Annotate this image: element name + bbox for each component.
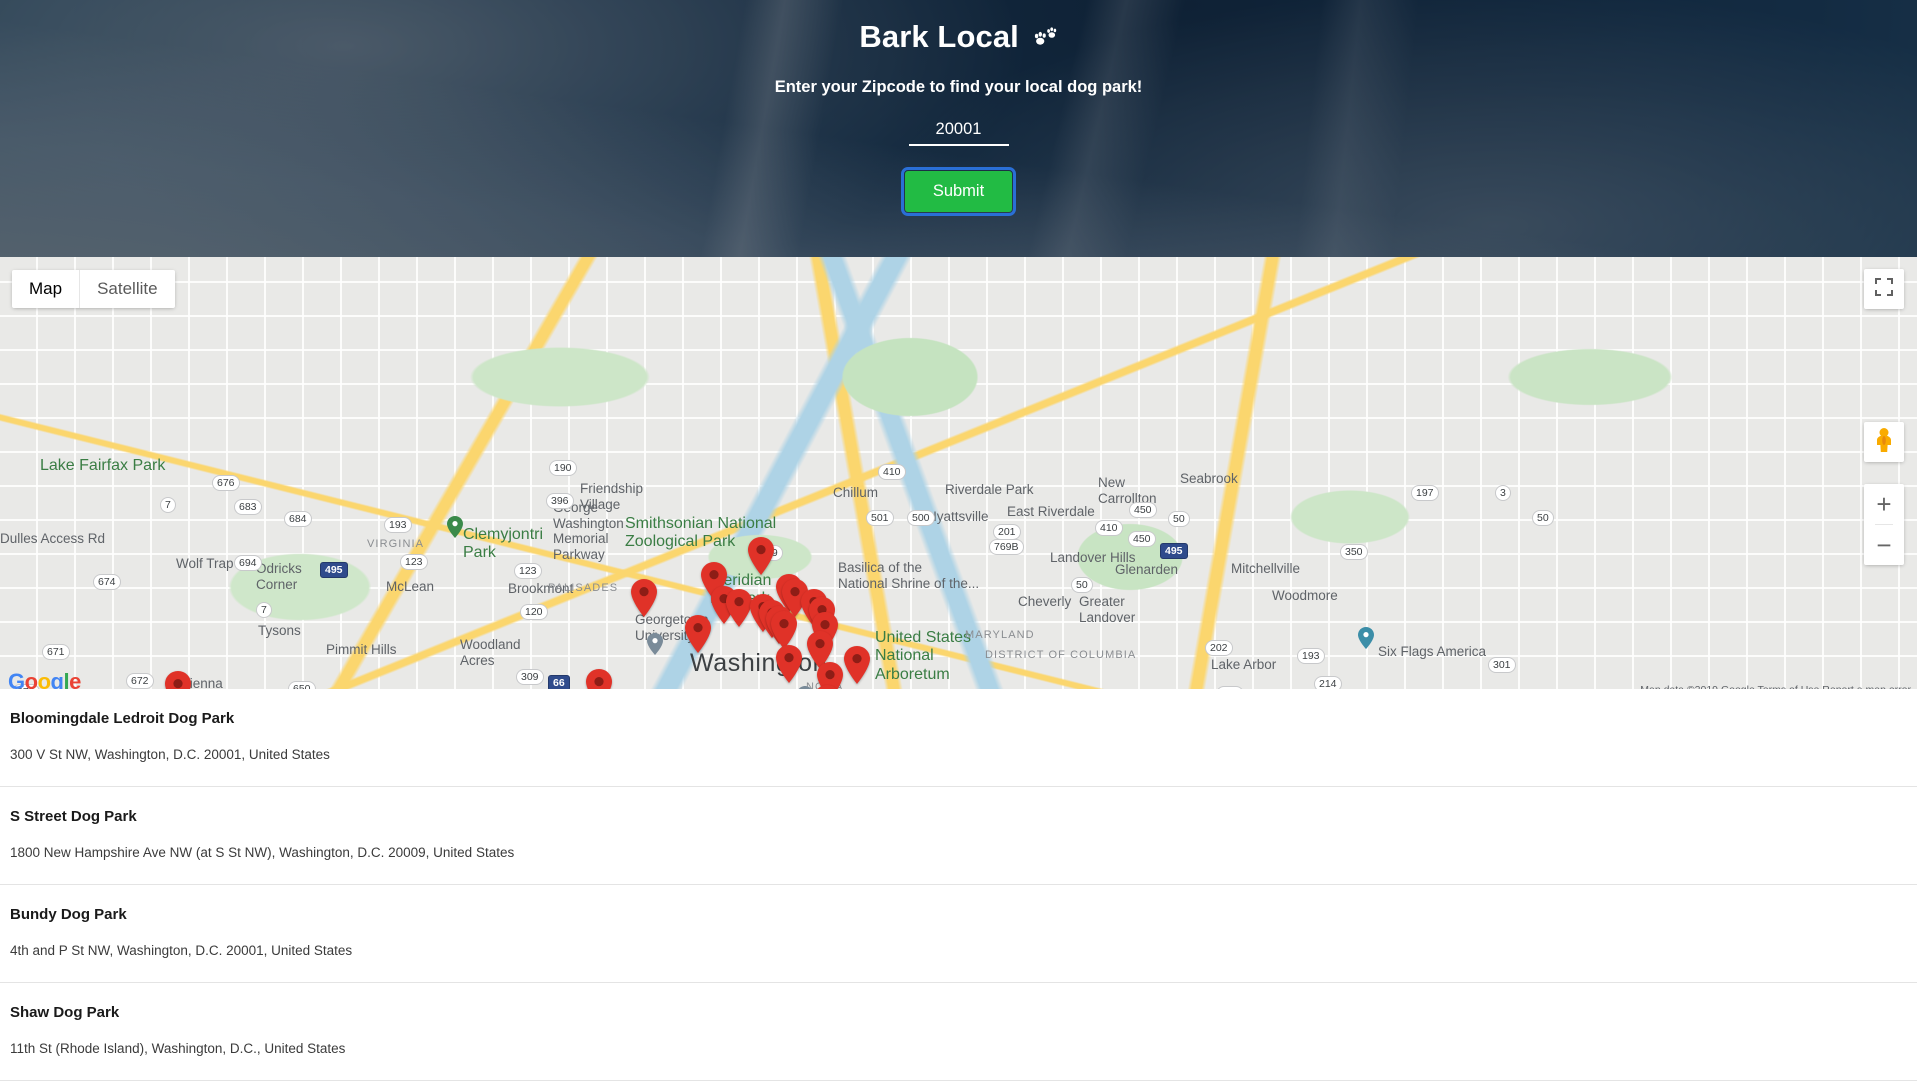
google-logo-letter: o: [37, 669, 51, 689]
zoom-out-button[interactable]: −: [1864, 525, 1904, 565]
route-shield: 214: [1216, 686, 1244, 689]
dog-park-map-marker[interactable]: [586, 669, 612, 689]
route-shield: 50: [1168, 511, 1190, 527]
route-shield: 7: [160, 497, 176, 513]
interstate-shield: 66: [548, 675, 570, 689]
route-shield: 650: [288, 681, 316, 689]
park-address: 300 V St NW, Washington, D.C. 20001, Uni…: [10, 747, 330, 762]
dog-park-map-marker[interactable]: [814, 685, 840, 689]
map-poi-pin[interactable]: [1358, 627, 1374, 649]
route-shield: 674: [93, 574, 121, 590]
map-type-control[interactable]: Map Satellite: [12, 270, 175, 308]
route-shield: 309: [516, 669, 544, 685]
dog-park-map-marker[interactable]: [726, 589, 752, 627]
dog-park-map-marker[interactable]: [165, 671, 191, 689]
hero-content: Bark Local Enter your Zipcode to find yo…: [0, 0, 1917, 216]
park-name: Shaw Dog Park: [10, 1004, 120, 1021]
paw-prints-icon: [1034, 20, 1058, 58]
list-item[interactable]: S Street Dog Park 1800 New Hampshire Ave…: [0, 787, 1917, 885]
route-shield: 201: [993, 524, 1021, 540]
map-type-satellite-button[interactable]: Satellite: [79, 270, 174, 308]
list-item[interactable]: Bundy Dog Park 4th and P St NW, Washingt…: [0, 885, 1917, 983]
dog-park-map-marker[interactable]: [748, 537, 774, 575]
route-shield: 676: [212, 475, 240, 491]
dog-park-map-marker[interactable]: [685, 615, 711, 653]
submit-button[interactable]: Submit: [900, 167, 1017, 216]
map-tiles[interactable]: [0, 257, 1917, 689]
park-address: 4th and P St NW, Washington, D.C. 20001,…: [10, 943, 353, 958]
page-title: Bark Local: [0, 18, 1917, 58]
route-shield: 123: [514, 563, 542, 579]
route-shield: 193: [384, 517, 412, 533]
route-shield: 450: [1128, 531, 1156, 547]
dog-park-map-marker[interactable]: [771, 611, 797, 649]
route-shield: 694: [234, 555, 262, 571]
map-poi-pin[interactable]: [647, 633, 663, 655]
site-title-text: Bark Local: [859, 19, 1019, 54]
route-shield: 410: [878, 464, 906, 480]
route-shield: 683: [234, 499, 262, 515]
zoom-control[interactable]: + −: [1864, 484, 1904, 565]
route-shield: 500: [907, 510, 935, 526]
google-logo-letter: e: [69, 669, 81, 689]
zipcode-form: Submit: [0, 118, 1917, 216]
list-item[interactable]: Bloomingdale Ledroit Dog Park 300 V St N…: [0, 689, 1917, 787]
route-shield: 214: [1314, 676, 1342, 689]
map-attribution: Map data ©2019 Google Terms of Use Repor…: [1640, 684, 1911, 689]
route-shield: 769B: [989, 539, 1024, 555]
fullscreen-button[interactable]: [1864, 269, 1904, 309]
route-shield: 50: [1071, 577, 1093, 593]
route-shield: 7: [256, 602, 272, 618]
route-shield: 120: [520, 604, 548, 620]
dog-park-map-marker[interactable]: [776, 645, 802, 683]
park-name: Bloomingdale Ledroit Dog Park: [10, 710, 235, 727]
route-shield: 3: [1495, 485, 1511, 501]
route-shield: 301: [1488, 657, 1516, 673]
route-shield: 193: [1297, 648, 1325, 664]
route-shield: 50: [1532, 510, 1554, 526]
street-view-pegman-button[interactable]: [1864, 422, 1904, 462]
route-shield: 197: [1411, 485, 1439, 501]
list-item[interactable]: Shaw Dog Park 11th St (Rhode Island), Wa…: [0, 983, 1917, 1081]
map-poi-pin[interactable]: [447, 516, 463, 538]
route-shield: 410: [1095, 520, 1123, 536]
map-poi-pin[interactable]: [797, 686, 813, 689]
park-address: 11th St (Rhode Island), Washington, D.C.…: [10, 1041, 346, 1056]
park-name: S Street Dog Park: [10, 808, 137, 825]
interstate-shield: 495: [320, 562, 348, 578]
google-logo-letter: o: [24, 669, 38, 689]
park-name: Bundy Dog Park: [10, 906, 127, 923]
hero-header: Bark Local Enter your Zipcode to find yo…: [0, 0, 1917, 257]
google-logo-letter: g: [50, 669, 64, 689]
zoom-in-button[interactable]: +: [1864, 484, 1904, 524]
google-logo: Google: [8, 669, 81, 689]
route-shield: 396: [546, 493, 574, 509]
dog-park-results-list: Bloomingdale Ledroit Dog Park 300 V St N…: [0, 689, 1917, 1089]
route-shield: 202: [1205, 640, 1233, 656]
route-shield: 450: [1129, 502, 1157, 518]
route-shield: 123: [400, 554, 428, 570]
fullscreen-icon: [1875, 277, 1893, 301]
dog-park-map-marker[interactable]: [631, 579, 657, 617]
google-logo-letter: G: [8, 669, 25, 689]
map-type-map-button[interactable]: Map: [12, 270, 79, 308]
park-address: 1800 New Hampshire Ave NW (at S St NW), …: [10, 845, 515, 860]
route-shield: 671: [42, 644, 70, 660]
street-view-pegman-icon: [1873, 427, 1895, 458]
route-shield: 190: [549, 460, 577, 476]
tagline: Enter your Zipcode to find your local do…: [774, 78, 1143, 96]
zipcode-input[interactable]: [908, 118, 1009, 146]
route-shield: 501: [866, 510, 894, 526]
interstate-shield: 495: [1160, 543, 1188, 559]
route-shield: 672: [126, 673, 154, 689]
dog-park-map-marker[interactable]: [844, 646, 870, 684]
list-item[interactable]: Flats Dog Park: [0, 1081, 1917, 1089]
route-shield: 350: [1340, 544, 1368, 560]
route-shield: 684: [284, 511, 312, 527]
map-container[interactable]: WashingtonArlingtonSmithsonian National …: [0, 257, 1917, 689]
